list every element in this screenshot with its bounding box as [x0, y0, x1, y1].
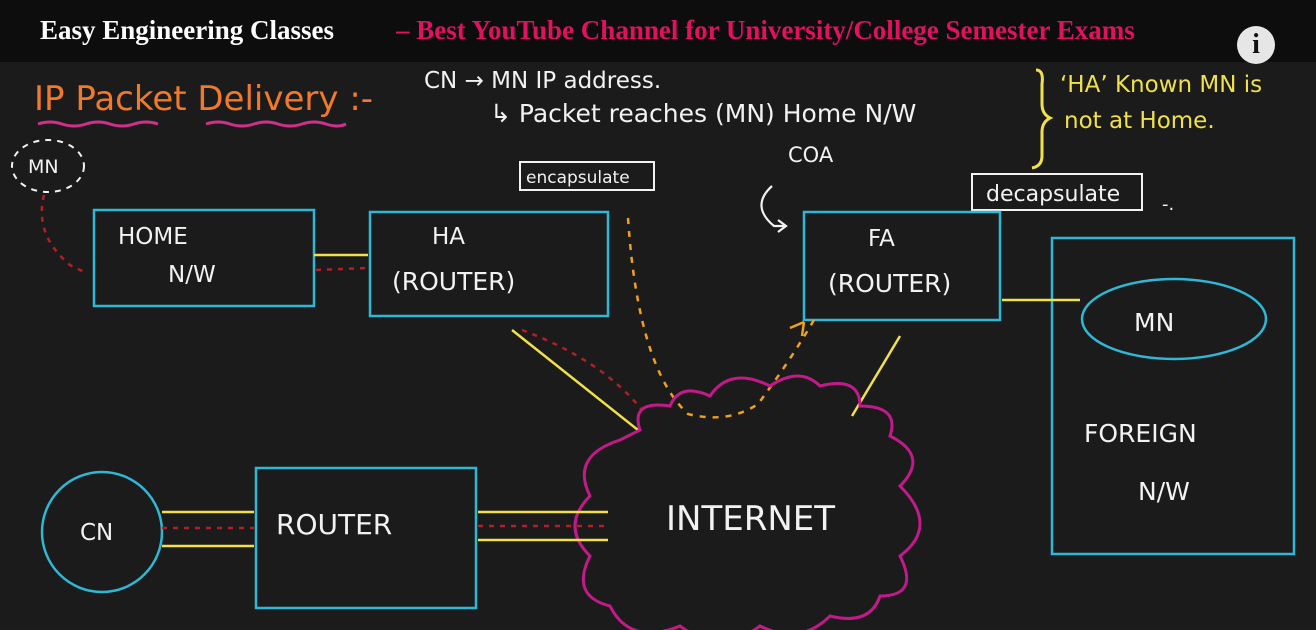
tunnel-path — [626, 217, 816, 419]
red-path-1 — [40, 194, 87, 275]
foreign-label-2: N/W — [1138, 477, 1190, 506]
red-path-2 — [315, 266, 369, 272]
brace-icon — [1031, 68, 1054, 170]
note-line-1: CN → MN IP address. — [424, 68, 661, 94]
mn-label: MN — [1134, 308, 1174, 337]
home-nw-label-2: N/W — [168, 262, 216, 288]
mn-small-label: MN — [28, 156, 59, 178]
ha-label-1: HA — [432, 224, 465, 250]
home-nw-label-1: HOME — [118, 224, 188, 250]
tunnel-arrow-icon — [789, 320, 806, 337]
foreign-label-1: FOREIGN — [1084, 419, 1197, 448]
heading-underline-1 — [37, 120, 159, 128]
fa-label-1: FA — [868, 226, 895, 252]
encapsulate-label: encapsulate — [526, 168, 630, 188]
cn-label: CN — [80, 520, 113, 546]
decapsulate-label: decapsulate — [986, 182, 1120, 207]
foreign-nw-box — [1050, 236, 1296, 556]
heading-text: IP Packet Delivery :- — [34, 79, 373, 119]
fa-router-box — [802, 210, 1002, 322]
brace-note-2: not at Home. — [1064, 108, 1215, 134]
brace-note-1: ‘HA’ Known MN is — [1060, 72, 1262, 98]
heading-underline-2 — [205, 120, 347, 128]
decapsulate-dot: -. — [1162, 194, 1174, 215]
router-label: ROUTER — [276, 508, 392, 541]
ha-router-box — [368, 210, 610, 318]
ha-label-2: (ROUTER) — [392, 267, 515, 296]
ha-internet-link — [511, 329, 639, 431]
red-path-3 — [521, 328, 643, 411]
fa-label-2: (ROUTER) — [828, 269, 951, 298]
coa-arrow-icon — [760, 185, 788, 233]
whiteboard: IP Packet Delivery :- CN → MN IP address… — [11, 68, 1296, 630]
coa-label: COA — [788, 143, 834, 167]
note-line-2: ↳ Packet reaches (MN) Home N/W — [490, 99, 916, 128]
internet-label: INTERNET — [666, 499, 835, 539]
